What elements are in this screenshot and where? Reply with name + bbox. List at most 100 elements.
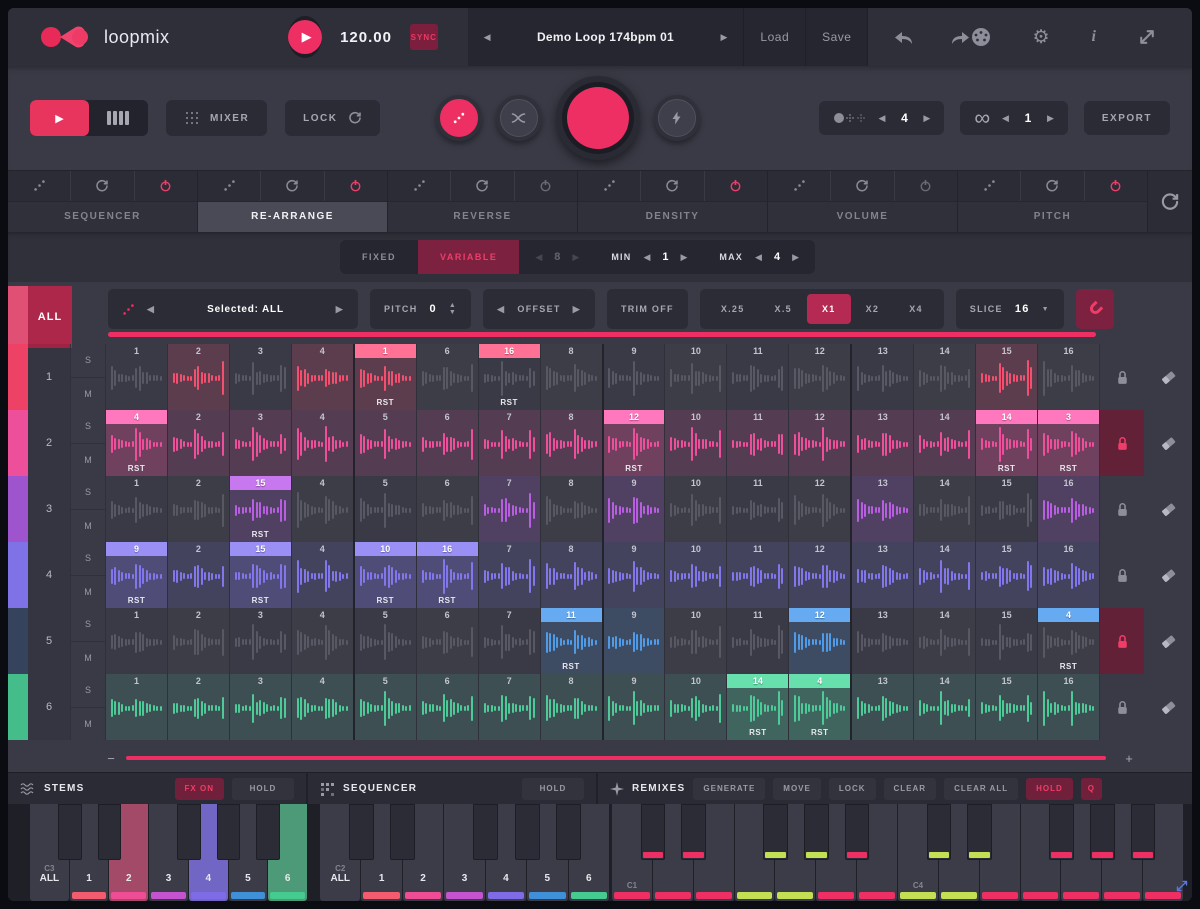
slice-waveform[interactable] bbox=[727, 358, 788, 398]
slice-header[interactable]: 14 bbox=[914, 476, 975, 490]
resize-icon[interactable] bbox=[1138, 28, 1156, 46]
black-key[interactable] bbox=[1049, 804, 1074, 860]
slice-header[interactable]: 9 bbox=[106, 542, 167, 556]
slice-waveform[interactable] bbox=[541, 622, 602, 662]
remixes-clear-button[interactable]: CLEAR bbox=[884, 778, 937, 800]
steps-next-icon[interactable]: ▶ bbox=[572, 252, 579, 263]
slice-header[interactable]: 10 bbox=[665, 410, 726, 424]
refresh-icon[interactable] bbox=[475, 179, 489, 193]
slice-waveform[interactable] bbox=[292, 490, 353, 530]
eraser-icon[interactable] bbox=[1160, 700, 1177, 715]
min-prev-icon[interactable]: ◀ bbox=[643, 252, 650, 263]
remixes-quantize-button[interactable]: Q bbox=[1081, 778, 1102, 800]
tab-dice-icon[interactable] bbox=[198, 171, 260, 201]
slice-header[interactable]: 13 bbox=[852, 542, 913, 556]
speed-x1[interactable]: X1 bbox=[807, 294, 851, 324]
selected-value[interactable]: Selected: ALL bbox=[167, 304, 324, 315]
slice-waveform[interactable] bbox=[230, 688, 291, 728]
slice-header[interactable]: 1 bbox=[106, 476, 167, 490]
pitch-spinner[interactable]: ▲▼ bbox=[449, 303, 457, 316]
tab-power-icon[interactable] bbox=[704, 171, 767, 201]
slice-cell[interactable]: 12 bbox=[789, 476, 852, 542]
slice-header[interactable]: 13 bbox=[852, 410, 913, 424]
slice-header[interactable]: 5 bbox=[355, 674, 416, 688]
tab-power-icon[interactable] bbox=[894, 171, 957, 201]
slice-dropdown[interactable]: SLICE 16 ▼ bbox=[956, 289, 1064, 329]
slice-header[interactable]: 15 bbox=[976, 542, 1037, 556]
slice-header[interactable]: 5 bbox=[355, 608, 416, 622]
tab-refresh-icon[interactable] bbox=[1020, 171, 1083, 201]
track-number[interactable]: 4 bbox=[28, 542, 70, 608]
black-key[interactable] bbox=[967, 804, 992, 860]
slice-waveform[interactable] bbox=[789, 424, 850, 464]
slice-cell[interactable]: 4 bbox=[292, 542, 355, 608]
black-key[interactable] bbox=[681, 804, 706, 860]
slice-cell[interactable]: 2 bbox=[168, 344, 230, 410]
slice-header[interactable]: 6 bbox=[417, 344, 478, 358]
slice-header[interactable]: 1 bbox=[106, 608, 167, 622]
tab-reverse[interactable]: REVERSE bbox=[388, 171, 578, 232]
undo-icon[interactable] bbox=[894, 29, 916, 45]
black-key[interactable] bbox=[98, 804, 122, 860]
slice-cell[interactable]: 7 bbox=[479, 608, 541, 674]
slice-cell[interactable]: 16 bbox=[1038, 542, 1100, 608]
slice-header[interactable]: 9 bbox=[604, 542, 665, 556]
slice-header[interactable]: 11 bbox=[727, 410, 788, 424]
slice-cell[interactable]: 6 bbox=[417, 674, 479, 740]
info-icon[interactable]: i bbox=[1092, 28, 1096, 46]
tab-dice-icon[interactable] bbox=[768, 171, 830, 201]
slice-header[interactable]: 11 bbox=[727, 542, 788, 556]
mixer-button[interactable]: MIXER bbox=[166, 100, 267, 136]
bpm-value[interactable]: 120.00 bbox=[340, 29, 392, 46]
variation-next-icon[interactable]: ▶ bbox=[923, 113, 930, 124]
black-key[interactable] bbox=[473, 804, 498, 860]
tab-label[interactable]: DENSITY bbox=[578, 201, 767, 232]
slice-header[interactable]: 7 bbox=[479, 674, 540, 688]
slice-cell[interactable]: 12 bbox=[789, 542, 852, 608]
slice-header[interactable]: 10 bbox=[665, 476, 726, 490]
slice-cell[interactable]: 14RST bbox=[976, 410, 1038, 476]
tab-refresh-icon[interactable] bbox=[640, 171, 703, 201]
slice-header[interactable]: 7 bbox=[479, 476, 540, 490]
fixed-mode-button[interactable]: FIXED bbox=[340, 240, 418, 274]
slice-cell[interactable]: 10 bbox=[665, 542, 727, 608]
slice-waveform[interactable] bbox=[106, 688, 167, 728]
black-key[interactable] bbox=[927, 804, 952, 860]
play-mode-toggle[interactable]: ▶ bbox=[30, 100, 148, 136]
dice-icon[interactable] bbox=[223, 179, 236, 192]
eraser-icon[interactable] bbox=[1160, 568, 1177, 583]
slice-cell[interactable]: 15RST bbox=[230, 542, 292, 608]
offset-right-icon[interactable]: ▶ bbox=[573, 304, 581, 315]
remixes-clear-all-button[interactable]: CLEAR ALL bbox=[944, 778, 1018, 800]
slice-cell[interactable]: 15RST bbox=[230, 476, 292, 542]
slice-header[interactable]: 2 bbox=[168, 542, 229, 556]
track-erase-button[interactable] bbox=[1144, 410, 1192, 476]
select-all-tracks-button[interactable]: ALL bbox=[8, 286, 72, 348]
tab-re-arrange[interactable]: RE-ARRANGE bbox=[198, 171, 388, 232]
refresh-icon[interactable] bbox=[1160, 192, 1180, 212]
offset-left-icon[interactable]: ◀ bbox=[497, 304, 505, 315]
slice-header[interactable]: 4 bbox=[292, 410, 353, 424]
slice-header[interactable]: 11 bbox=[541, 608, 602, 622]
mute-button[interactable]: M bbox=[71, 708, 105, 741]
random-slice-icon[interactable] bbox=[122, 303, 135, 316]
eraser-icon[interactable] bbox=[1160, 370, 1177, 385]
slice-waveform[interactable] bbox=[355, 358, 416, 398]
midi-icon[interactable] bbox=[971, 27, 991, 47]
mute-button[interactable]: M bbox=[71, 378, 105, 411]
tab-power-icon[interactable] bbox=[1084, 171, 1147, 201]
slice-header[interactable]: 12 bbox=[789, 410, 850, 424]
slice-cell[interactable]: 12RST bbox=[604, 410, 666, 476]
tab-sequencer[interactable]: SEQUENCER bbox=[8, 171, 198, 232]
slice-header[interactable]: 3 bbox=[230, 344, 291, 358]
slice-cell[interactable]: 6 bbox=[417, 608, 479, 674]
slice-cell[interactable]: 4 bbox=[292, 608, 355, 674]
slice-cell[interactable]: 9 bbox=[604, 344, 666, 410]
slice-header[interactable]: 12 bbox=[789, 608, 850, 622]
slice-header[interactable]: 4 bbox=[789, 674, 850, 688]
selected-next-icon[interactable]: ▶ bbox=[336, 304, 344, 315]
speed-x.5[interactable]: X.5 bbox=[760, 294, 807, 324]
slice-waveform[interactable] bbox=[976, 688, 1037, 728]
track-erase-button[interactable] bbox=[1144, 674, 1192, 740]
slice-header[interactable]: 15 bbox=[976, 608, 1037, 622]
